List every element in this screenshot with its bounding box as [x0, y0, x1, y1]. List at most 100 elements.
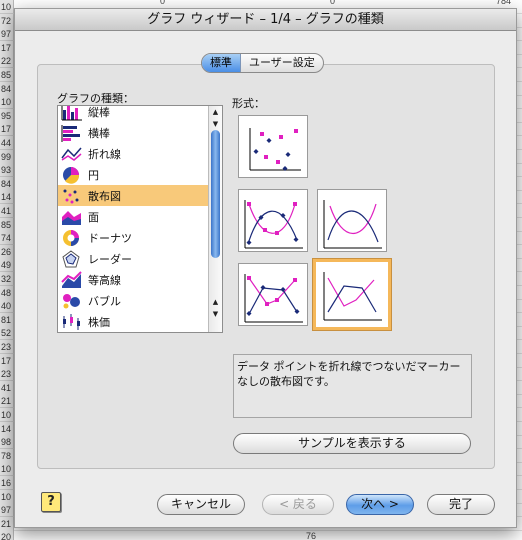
- chart-type-label: バブル: [88, 294, 121, 308]
- chart-type-item[interactable]: 折れ線: [58, 143, 209, 164]
- chart-type-label: 縦棒: [88, 105, 110, 119]
- chart-type-item[interactable]: 円: [58, 164, 209, 185]
- cell-value: 0: [160, 0, 166, 6]
- line-chart-icon: [61, 147, 82, 161]
- row-header[interactable]: 10: [0, 489, 14, 504]
- scroll-down-arrow-icon[interactable]: ▼: [209, 118, 222, 130]
- column-chart-icon: [61, 106, 82, 120]
- row-header[interactable]: 40: [0, 299, 14, 314]
- doughnut-chart-icon: [63, 229, 79, 246]
- list-scrollbar[interactable]: ▲ ▼ ▲ ▼: [208, 106, 222, 332]
- subtype-scatter-smooth-lines-markers[interactable]: [238, 189, 308, 252]
- chart-type-item[interactable]: バブル: [58, 290, 209, 311]
- scatter-smooth-lines-icon: [323, 200, 382, 249]
- scroll-up-arrow-icon[interactable]: ▲: [209, 106, 222, 118]
- row-header[interactable]: 14: [0, 190, 14, 205]
- back-button[interactable]: < 戻る: [262, 494, 334, 515]
- chart-type-label: 等高線: [88, 273, 121, 287]
- stock-chart-icon: [63, 313, 80, 330]
- row-header[interactable]: 93: [0, 163, 14, 178]
- row-header[interactable]: 97: [0, 27, 14, 42]
- row-header[interactable]: 17: [0, 122, 14, 137]
- scrollbar-thumb[interactable]: [211, 130, 220, 258]
- row-header[interactable]: 41: [0, 204, 14, 218]
- row-header[interactable]: 10: [0, 462, 14, 477]
- row-header[interactable]: 14: [0, 421, 14, 436]
- row-header[interactable]: 21: [0, 516, 14, 531]
- chart-type-label: ドーナツ: [88, 231, 132, 245]
- scroll-up-arrow-icon[interactable]: ▲: [209, 296, 222, 308]
- row-header[interactable]: 99: [0, 149, 14, 164]
- row-header[interactable]: 20: [0, 530, 14, 540]
- cell-value: 0: [330, 0, 336, 6]
- row-header[interactable]: 85: [0, 68, 14, 82]
- chart-type-label: 散布図: [88, 189, 121, 203]
- row-header[interactable]: 74: [0, 231, 14, 246]
- row-header[interactable]: 10: [0, 0, 14, 14]
- area-chart-icon: [62, 210, 81, 225]
- row-header[interactable]: 10: [0, 95, 14, 110]
- scatter-markers-only-icon: [249, 128, 301, 171]
- chart-wizard-dialog: グラフ ウィザード – 1/4 – グラフの種類 標準 ユーザー設定 グラフの種…: [14, 8, 517, 528]
- chart-type-list[interactable]: 縦棒横棒折れ線円散布図面ドーナツレーダー等高線バブル株価 ▲ ▼ ▲ ▼: [57, 105, 223, 333]
- row-header[interactable]: 17: [0, 353, 14, 368]
- chart-type-item[interactable]: 面: [58, 206, 209, 227]
- bar-chart-icon: [61, 124, 80, 142]
- row-header[interactable]: 72: [0, 13, 14, 28]
- row-header[interactable]: 23: [0, 340, 14, 354]
- row-header[interactable]: 49: [0, 258, 14, 273]
- subtype-scatter-markers-only[interactable]: [238, 115, 308, 178]
- chart-type-label: グラフの種類：: [57, 92, 134, 105]
- chart-type-item[interactable]: 縦棒: [58, 105, 209, 122]
- subtype-scatter-straight-lines-markers[interactable]: [238, 263, 308, 326]
- scatter-straight-lines-markers-icon: [244, 274, 303, 323]
- row-header[interactable]: 97: [0, 503, 14, 518]
- chart-type-item[interactable]: ドーナツ: [58, 227, 209, 248]
- chart-type-item[interactable]: レーダー: [58, 248, 209, 269]
- chart-type-item[interactable]: 散布図: [58, 185, 209, 206]
- tab-bar: 標準 ユーザー設定: [201, 53, 324, 73]
- row-header[interactable]: 85: [0, 217, 14, 232]
- row-header[interactable]: 10: [0, 408, 14, 422]
- pie-chart-icon: [63, 166, 80, 184]
- row-header[interactable]: 52: [0, 326, 14, 341]
- row-header[interactable]: 81: [0, 312, 14, 327]
- row-header[interactable]: 23: [0, 367, 14, 382]
- row-header[interactable]: 48: [0, 285, 14, 300]
- subtype-scatter-smooth-lines[interactable]: [317, 189, 387, 252]
- dialog-title: グラフ ウィザード – 1/4 – グラフの種類: [15, 9, 516, 31]
- row-header[interactable]: 44: [0, 136, 14, 150]
- row-header[interactable]: 78: [0, 448, 14, 463]
- cancel-button[interactable]: キャンセル: [157, 494, 245, 515]
- row-header[interactable]: 98: [0, 435, 14, 450]
- tab-standard[interactable]: 標準: [202, 54, 241, 72]
- finish-button[interactable]: 完了: [427, 494, 495, 515]
- row-header[interactable]: 21: [0, 394, 14, 409]
- row-header[interactable]: 84: [0, 176, 14, 191]
- grid-line: [14, 529, 522, 531]
- row-header[interactable]: 22: [0, 54, 14, 69]
- scatter-straight-lines-icon: [323, 272, 382, 321]
- chart-type-item[interactable]: 横棒: [58, 122, 209, 143]
- chart-type-item[interactable]: 等高線: [58, 269, 209, 290]
- tab-custom[interactable]: ユーザー設定: [241, 54, 323, 72]
- next-button[interactable]: 次へ >: [346, 494, 414, 515]
- subtype-description: データ ポイントを折れ線でつないだマーカーなしの散布図です。: [233, 354, 472, 418]
- subtype-label: 形式：: [232, 97, 265, 110]
- row-header[interactable]: 26: [0, 244, 14, 259]
- subtype-scatter-straight-lines[interactable]: [313, 259, 391, 330]
- scroll-down-arrow-icon[interactable]: ▼: [209, 308, 222, 320]
- chart-type-label: 折れ線: [88, 147, 121, 161]
- chart-type-item[interactable]: 株価: [58, 311, 209, 332]
- row-header[interactable]: 95: [0, 108, 14, 123]
- row-header[interactable]: 16: [0, 476, 14, 490]
- preview-sample-button[interactable]: サンプルを表示する: [233, 433, 471, 454]
- help-button[interactable]: ?: [41, 492, 61, 512]
- row-header[interactable]: 84: [0, 81, 14, 96]
- surface-chart-icon: [61, 270, 82, 288]
- radar-chart-icon: [62, 249, 80, 267]
- chart-type-label: 面: [88, 210, 99, 224]
- row-header[interactable]: 41: [0, 380, 14, 395]
- row-header[interactable]: 17: [0, 40, 14, 55]
- row-header[interactable]: 32: [0, 272, 14, 286]
